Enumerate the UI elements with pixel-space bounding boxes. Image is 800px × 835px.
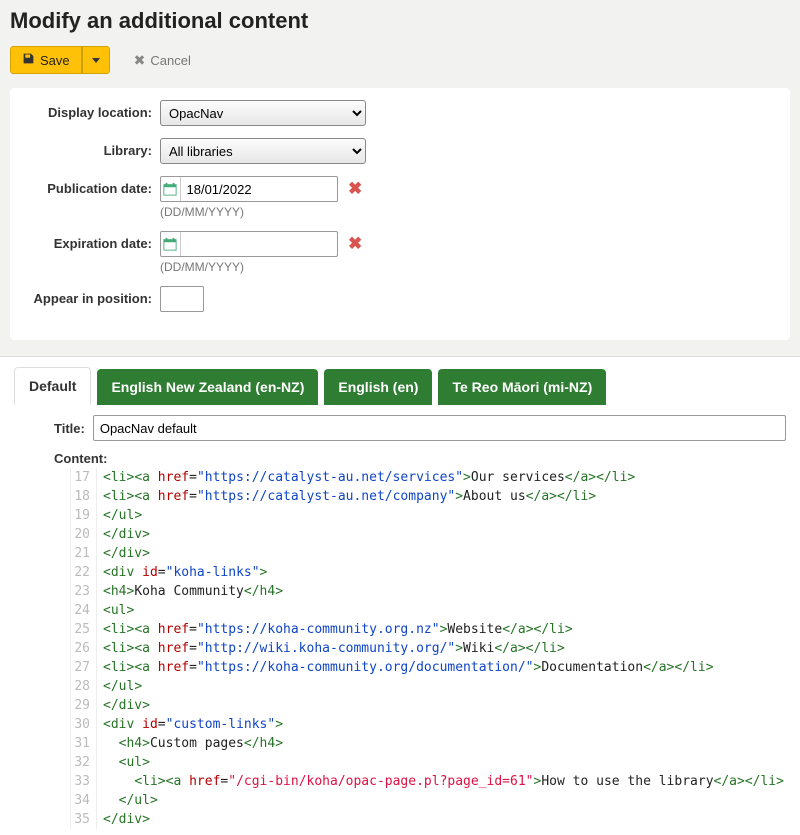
code-editor[interactable]: 17<li><a href="https://catalyst-au.net/s… bbox=[70, 468, 786, 829]
library-label: Library: bbox=[26, 138, 160, 158]
code-line: 17<li><a href="https://catalyst-au.net/s… bbox=[71, 468, 786, 487]
code-line: 27<li><a href="https://koha-community.or… bbox=[71, 658, 786, 677]
code-line: 19</ul> bbox=[71, 506, 786, 525]
code-line: 24<ul> bbox=[71, 601, 786, 620]
code-line: 35</div> bbox=[71, 810, 786, 829]
page-title: Modify an additional content bbox=[10, 8, 790, 34]
tab-default[interactable]: Default bbox=[14, 367, 91, 405]
publication-date-hint: (DD/MM/YYYY) bbox=[160, 205, 362, 219]
tab-en[interactable]: English (en) bbox=[324, 369, 432, 405]
code-line: 26<li><a href="http://wiki.koha-communit… bbox=[71, 639, 786, 658]
calendar-icon[interactable] bbox=[161, 232, 181, 256]
cancel-label: Cancel bbox=[150, 53, 190, 68]
publication-date-label: Publication date: bbox=[26, 176, 160, 196]
code-line: 30<div id="custom-links"> bbox=[71, 715, 786, 734]
code-line: 22<div id="koha-links"> bbox=[71, 563, 786, 582]
code-line: 25<li><a href="https://koha-community.or… bbox=[71, 620, 786, 639]
library-select[interactable]: All libraries bbox=[160, 138, 366, 164]
expiration-date-clear-icon[interactable]: ✖ bbox=[348, 234, 362, 254]
display-location-select[interactable]: OpacNav bbox=[160, 100, 366, 126]
title-label: Title: bbox=[54, 421, 85, 436]
code-line: 34 </ul> bbox=[71, 791, 786, 810]
save-button[interactable]: Save bbox=[10, 46, 82, 74]
appear-position-input[interactable] bbox=[160, 286, 204, 312]
save-dropdown-button[interactable] bbox=[82, 46, 110, 74]
code-line: 20</div> bbox=[71, 525, 786, 544]
toolbar: Save ✖ Cancel bbox=[10, 46, 790, 74]
code-line: 33 <li><a href="/cgi-bin/koha/opac-page.… bbox=[71, 772, 786, 791]
close-icon: ✖ bbox=[134, 52, 146, 69]
publication-date-input[interactable] bbox=[181, 179, 338, 200]
code-line: 18<li><a href="https://catalyst-au.net/c… bbox=[71, 487, 786, 506]
tab-mi-nz[interactable]: Te Reo Māori (mi-NZ) bbox=[438, 369, 606, 405]
code-line: 32 <ul> bbox=[71, 753, 786, 772]
form-panel: Display location: OpacNav Library: All l… bbox=[10, 88, 790, 340]
expiration-date-input[interactable] bbox=[181, 234, 338, 255]
calendar-icon[interactable] bbox=[161, 177, 181, 201]
tab-en-nz[interactable]: English New Zealand (en-NZ) bbox=[97, 369, 318, 405]
code-line: 29</div> bbox=[71, 696, 786, 715]
cancel-button[interactable]: ✖ Cancel bbox=[128, 51, 197, 70]
code-line: 23<h4>Koha Community</h4> bbox=[71, 582, 786, 601]
save-icon bbox=[22, 52, 35, 68]
content-label: Content: bbox=[54, 451, 786, 466]
display-location-label: Display location: bbox=[26, 100, 160, 120]
editor-panel: Default English New Zealand (en-NZ) Engl… bbox=[0, 357, 800, 835]
language-tabs: Default English New Zealand (en-NZ) Engl… bbox=[14, 367, 786, 405]
save-label: Save bbox=[40, 53, 70, 68]
expiration-date-hint: (DD/MM/YYYY) bbox=[160, 260, 362, 274]
expiration-date-label: Expiration date: bbox=[26, 231, 160, 251]
code-line: 28</ul> bbox=[71, 677, 786, 696]
code-line: 21</div> bbox=[71, 544, 786, 563]
title-input[interactable] bbox=[93, 415, 786, 441]
appear-position-label: Appear in position: bbox=[26, 286, 160, 306]
code-line: 31 <h4>Custom pages</h4> bbox=[71, 734, 786, 753]
publication-date-clear-icon[interactable]: ✖ bbox=[348, 179, 362, 199]
chevron-down-icon bbox=[92, 58, 100, 63]
